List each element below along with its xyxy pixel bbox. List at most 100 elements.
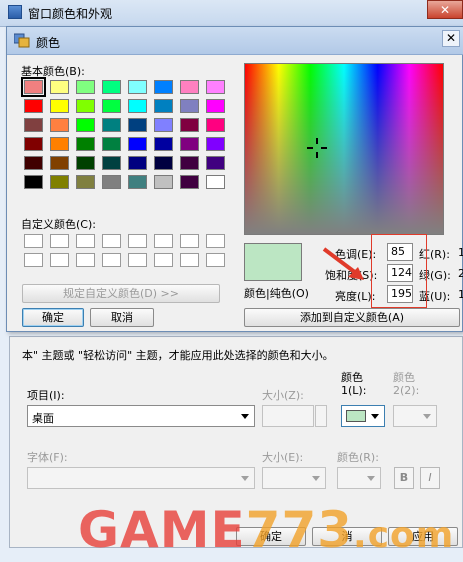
basic-color-swatch[interactable] bbox=[206, 156, 225, 170]
font-color-picker[interactable] bbox=[337, 467, 381, 489]
dialog-close-button[interactable]: ✕ bbox=[442, 30, 460, 47]
basic-color-swatch[interactable] bbox=[180, 175, 199, 189]
basic-color-swatch[interactable] bbox=[154, 137, 173, 151]
basic-color-swatch[interactable] bbox=[206, 175, 225, 189]
custom-color-slot[interactable] bbox=[24, 234, 43, 248]
basic-color-swatch[interactable] bbox=[76, 156, 95, 170]
basic-color-swatch[interactable] bbox=[76, 99, 95, 113]
custom-color-slot[interactable] bbox=[180, 234, 199, 248]
basic-color-swatch[interactable] bbox=[180, 137, 199, 151]
basic-color-swatch[interactable] bbox=[102, 137, 121, 151]
basic-color-swatch[interactable] bbox=[102, 175, 121, 189]
basic-color-swatch[interactable] bbox=[50, 80, 69, 94]
red-value[interactable]: 1 bbox=[458, 246, 463, 259]
item-select-value: 桌面 bbox=[32, 412, 54, 425]
chevron-down-icon bbox=[241, 476, 249, 481]
basic-color-swatch[interactable] bbox=[180, 118, 199, 132]
color-spectrum[interactable] bbox=[244, 63, 444, 235]
basic-color-swatch[interactable] bbox=[128, 175, 147, 189]
font-size-select[interactable] bbox=[262, 467, 326, 489]
basic-color-swatch[interactable] bbox=[76, 175, 95, 189]
basic-color-swatch[interactable] bbox=[102, 99, 121, 113]
basic-color-swatch[interactable] bbox=[128, 99, 147, 113]
custom-color-slot[interactable] bbox=[76, 234, 95, 248]
basic-color-swatch[interactable] bbox=[128, 118, 147, 132]
basic-color-swatch[interactable] bbox=[180, 156, 199, 170]
basic-color-swatch[interactable] bbox=[180, 80, 199, 94]
outer-title-bar: 窗口颜色和外观 ✕ bbox=[0, 0, 463, 27]
basic-color-swatch[interactable] bbox=[154, 175, 173, 189]
add-to-custom-colors-button[interactable]: 添加到自定义颜色(A) bbox=[244, 308, 460, 327]
basic-color-swatch[interactable] bbox=[154, 99, 173, 113]
custom-color-slot[interactable] bbox=[102, 234, 121, 248]
basic-color-swatch[interactable] bbox=[24, 99, 43, 113]
color2-picker[interactable] bbox=[393, 405, 437, 427]
basic-color-swatch[interactable] bbox=[24, 118, 43, 132]
red-arrow-icon bbox=[322, 247, 364, 280]
blue-value[interactable]: 1 bbox=[458, 288, 463, 301]
custom-color-slot[interactable] bbox=[206, 253, 225, 267]
dialog-cancel-button[interactable]: 取消 bbox=[90, 308, 154, 327]
basic-color-swatch[interactable] bbox=[154, 156, 173, 170]
basic-color-swatch[interactable] bbox=[50, 137, 69, 151]
basic-colors-label: 基本颜色(B): bbox=[21, 65, 85, 78]
color-dialog: 颜色 ✕ 基本颜色(B): 自定义颜色(C): 规定自定义颜色(D) >> 确定… bbox=[6, 26, 463, 332]
dialog-ok-button[interactable]: 确定 bbox=[22, 308, 84, 327]
basic-color-swatch[interactable] bbox=[128, 156, 147, 170]
basic-color-swatch[interactable] bbox=[128, 80, 147, 94]
size-spinner[interactable] bbox=[315, 405, 327, 427]
basic-color-swatch[interactable] bbox=[50, 156, 69, 170]
basic-color-swatch[interactable] bbox=[24, 137, 43, 151]
basic-color-swatch[interactable] bbox=[206, 99, 225, 113]
basic-color-swatch[interactable] bbox=[102, 118, 121, 132]
custom-color-slot[interactable] bbox=[154, 253, 173, 267]
outer-window-title: 窗口颜色和外观 bbox=[28, 7, 113, 21]
outer-close-button[interactable]: ✕ bbox=[427, 0, 463, 19]
window-appearance-icon bbox=[8, 5, 22, 19]
custom-color-slot[interactable] bbox=[206, 234, 225, 248]
basic-color-swatch[interactable] bbox=[50, 118, 69, 132]
custom-color-slot[interactable] bbox=[76, 253, 95, 267]
basic-color-swatch[interactable] bbox=[206, 118, 225, 132]
custom-color-slot[interactable] bbox=[24, 253, 43, 267]
basic-color-swatch[interactable] bbox=[206, 80, 225, 94]
font-select[interactable] bbox=[27, 467, 255, 489]
basic-color-swatch[interactable] bbox=[154, 118, 173, 132]
basic-color-swatch[interactable] bbox=[21, 77, 46, 97]
basic-color-swatch[interactable] bbox=[50, 175, 69, 189]
basic-color-swatch[interactable] bbox=[180, 99, 199, 113]
crosshair-icon bbox=[307, 138, 327, 158]
custom-color-slot[interactable] bbox=[102, 253, 121, 267]
highlight-box bbox=[371, 234, 427, 308]
bold-button[interactable]: B bbox=[394, 467, 414, 489]
define-custom-colors-button[interactable]: 规定自定义颜色(D) >> bbox=[22, 284, 220, 303]
italic-button[interactable]: I bbox=[420, 467, 440, 489]
color1-swatch bbox=[346, 410, 366, 422]
basic-color-swatch[interactable] bbox=[206, 137, 225, 151]
basic-color-swatch[interactable] bbox=[128, 137, 147, 151]
basic-color-swatch[interactable] bbox=[76, 118, 95, 132]
color1-picker[interactable] bbox=[341, 405, 385, 427]
basic-color-swatch[interactable] bbox=[102, 156, 121, 170]
basic-color-swatch[interactable] bbox=[24, 175, 43, 189]
chevron-down-icon bbox=[423, 414, 431, 419]
size-label: 大小(Z): bbox=[262, 389, 304, 402]
custom-color-slot[interactable] bbox=[50, 234, 69, 248]
green-value[interactable]: 2 bbox=[458, 267, 463, 280]
basic-color-swatch[interactable] bbox=[76, 137, 95, 151]
color1-label-line2: 1(L): bbox=[341, 384, 367, 397]
custom-color-slot[interactable] bbox=[154, 234, 173, 248]
size-input[interactable] bbox=[262, 405, 314, 427]
basic-color-swatch[interactable] bbox=[102, 80, 121, 94]
basic-color-swatch[interactable] bbox=[154, 80, 173, 94]
custom-color-slot[interactable] bbox=[180, 253, 199, 267]
custom-color-slot[interactable] bbox=[128, 234, 147, 248]
custom-color-slot[interactable] bbox=[128, 253, 147, 267]
basic-color-swatch[interactable] bbox=[76, 80, 95, 94]
chevron-down-icon bbox=[367, 476, 375, 481]
custom-color-slot[interactable] bbox=[50, 253, 69, 267]
color-solid-label: 颜色|纯色(O) bbox=[244, 287, 309, 300]
basic-color-swatch[interactable] bbox=[24, 156, 43, 170]
item-select[interactable]: 桌面 bbox=[27, 405, 255, 427]
basic-color-swatch[interactable] bbox=[50, 99, 69, 113]
